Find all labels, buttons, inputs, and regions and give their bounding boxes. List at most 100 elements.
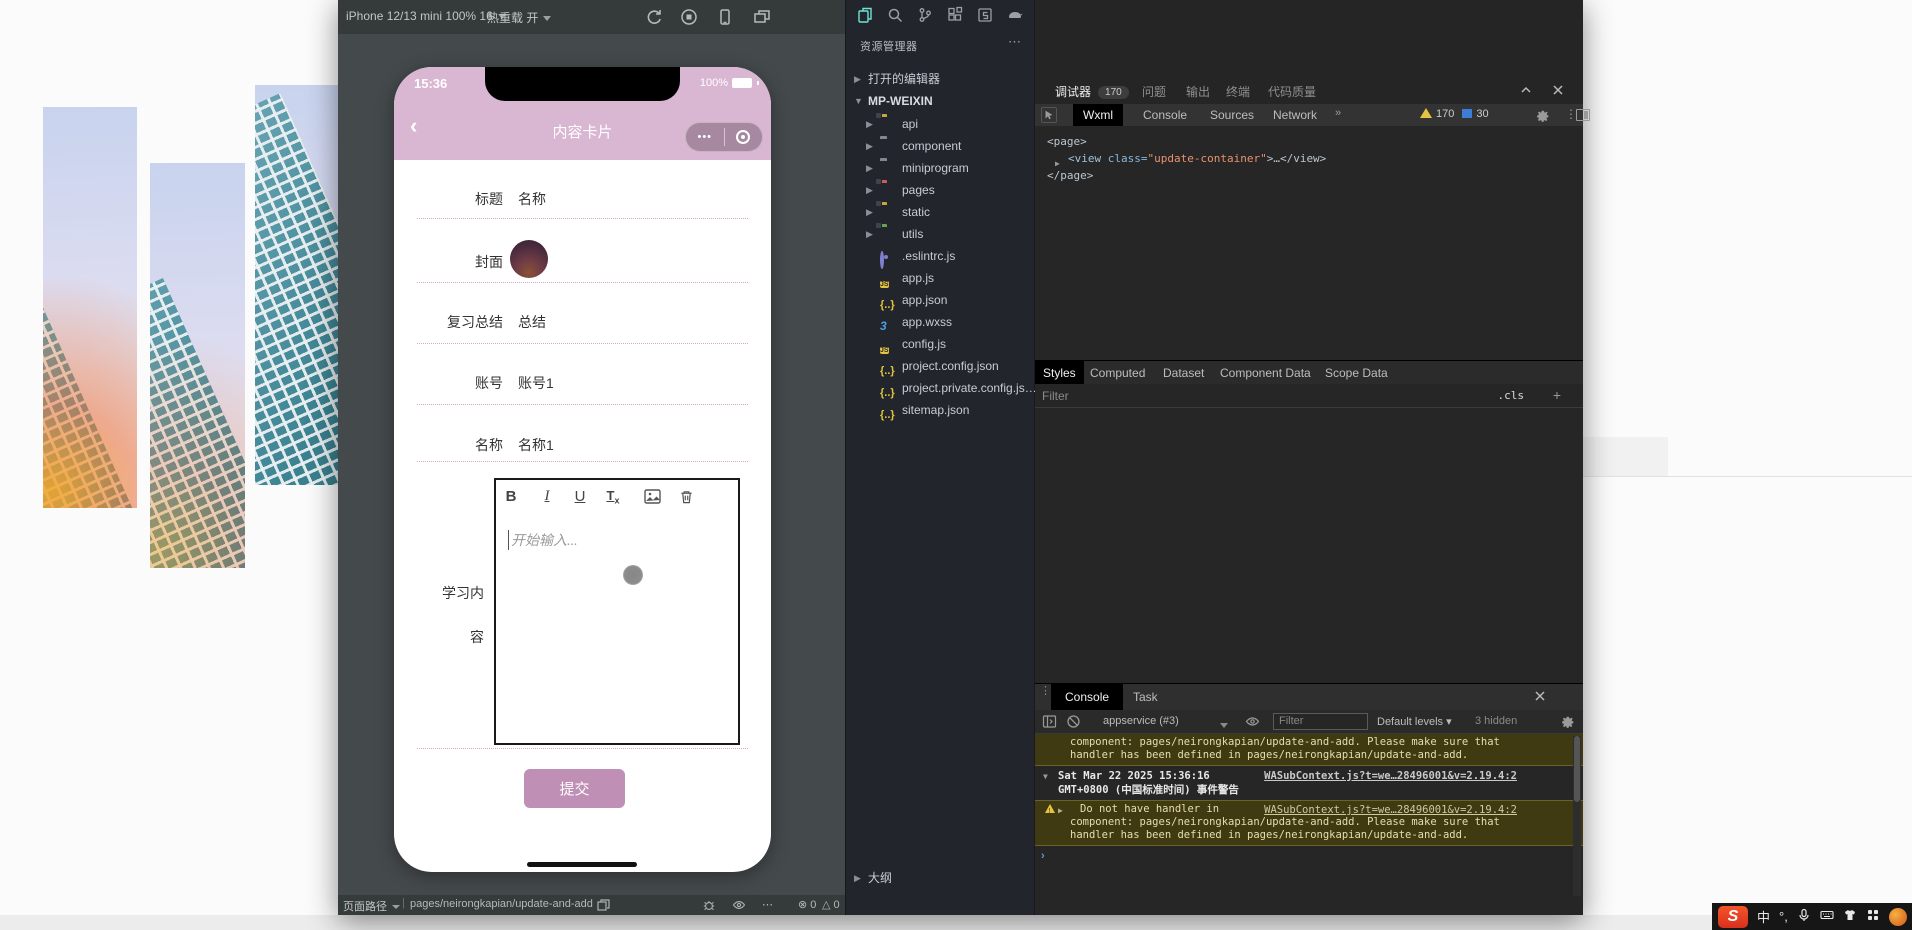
submit-button[interactable]: 提交 <box>524 769 625 808</box>
console-warning-message[interactable]: component: pages/neirongkapian/update-an… <box>1035 734 1583 766</box>
sogou-logo[interactable]: S <box>1718 905 1748 928</box>
log-levels-dropdown[interactable]: Default levels ▾ <box>1377 715 1452 728</box>
refresh-button[interactable] <box>644 7 664 27</box>
device-frame-button[interactable] <box>715 7 735 27</box>
microphone-icon[interactable] <box>1797 908 1811 925</box>
tree-item-eslintrc[interactable]: .eslintrc.js <box>846 245 1034 269</box>
punctuation-toggle[interactable]: °, <box>1779 909 1788 924</box>
skin-icon[interactable] <box>1843 908 1857 925</box>
console-filter-input[interactable]: Filter <box>1273 713 1368 730</box>
record-button[interactable] <box>679 7 699 27</box>
devtab-console[interactable]: Console <box>1133 104 1197 126</box>
tab-output[interactable]: 输出 <box>1186 83 1210 100</box>
tree-item-api[interactable]: ▶ api <box>846 112 1034 135</box>
tree-item-app-js[interactable]: JS app.js <box>846 267 1034 289</box>
device-selector[interactable]: iPhone 12/13 mini 100% 16 <box>346 9 506 23</box>
underline-button[interactable]: U <box>569 488 591 505</box>
search-icon[interactable] <box>886 6 904 24</box>
devtab-sources[interactable]: Sources <box>1200 104 1264 126</box>
rich-text-editor[interactable]: B I U Tx 开始输入... <box>494 478 740 745</box>
tab-console[interactable]: Console <box>1051 684 1124 710</box>
section-project-root[interactable]: ▼ MP-WEIXIN <box>846 90 1034 112</box>
chinese-mode-indicator[interactable]: 中 <box>1757 907 1770 926</box>
tab-debugger[interactable]: 调试器 170 <box>1055 83 1129 106</box>
console-settings-gear-icon[interactable] <box>1560 714 1575 729</box>
extensions-icon[interactable] <box>946 6 964 24</box>
wxml-node-view[interactable]: <view class="update-container">…</view> <box>1068 150 1326 167</box>
devtab-network[interactable]: Network <box>1263 104 1327 126</box>
clear-console-icon[interactable] <box>1066 714 1081 729</box>
tree-item-app-wxss[interactable]: 3 app.wxss <box>846 311 1034 333</box>
form-input-title[interactable]: 名称 <box>518 189 546 209</box>
wxml-node-page-open[interactable]: <page> <box>1047 133 1087 150</box>
devtab-wxml[interactable]: Wxml <box>1073 104 1123 126</box>
explorer-more-icon[interactable]: ⋯ <box>1008 34 1022 50</box>
tree-item-miniprogram[interactable]: ▶ miniprogram <box>846 157 1034 179</box>
italic-button[interactable]: I <box>536 488 558 505</box>
tree-item-component[interactable]: ▶ component <box>846 135 1034 157</box>
eye-live-expression-icon[interactable] <box>1245 714 1260 729</box>
source-link[interactable]: WASubContext.js?t=we…28496001&v=2.19.4:2 <box>1264 769 1517 783</box>
tab-component-data[interactable]: Component Data <box>1212 361 1319 385</box>
tab-dataset[interactable]: Dataset <box>1155 361 1212 385</box>
styles-filter-input[interactable]: Filter <box>1042 389 1069 403</box>
toolbox-grid-icon[interactable] <box>1866 908 1880 925</box>
warnings-indicator[interactable]: 170 30 <box>1420 108 1489 120</box>
tree-item-sitemap-json[interactable]: {..} sitemap.json <box>846 399 1034 421</box>
more-tabs-chevron[interactable]: » <box>1335 107 1341 119</box>
tree-item-static[interactable]: ▶ static <box>846 200 1034 223</box>
show-sidebar-icon[interactable] <box>1042 714 1057 729</box>
form-input-summary[interactable]: 总结 <box>518 312 546 332</box>
page-path-selector[interactable]: 页面路径 <box>343 898 400 914</box>
expand-arrow-icon[interactable]: ▶ <box>1058 804 1063 817</box>
drag-handle-icon[interactable]: ⋮ <box>1040 686 1051 697</box>
tree-item-utils[interactable]: ▶ utils <box>846 222 1034 245</box>
tree-item-project-private-config[interactable]: {..} project.private.config.js… <box>846 377 1037 399</box>
add-style-rule-button[interactable]: + <box>1553 387 1561 403</box>
console-scrollbar[interactable] <box>1573 736 1581 896</box>
delete-content-button[interactable] <box>678 489 695 504</box>
collapse-panel-icon[interactable] <box>1519 83 1533 97</box>
multi-window-button[interactable] <box>752 7 772 27</box>
files-icon[interactable] <box>856 6 874 24</box>
section-open-editors[interactable]: ▶ 打开的编辑器 <box>846 68 1034 90</box>
tab-problems[interactable]: 问题 <box>1142 83 1166 100</box>
tab-code-quality[interactable]: 代码质量 <box>1268 83 1316 100</box>
form-input-account[interactable]: 账号1 <box>518 373 554 393</box>
collapse-arrow-icon[interactable]: ▼ <box>1043 770 1048 784</box>
close-panel-icon[interactable] <box>1551 83 1565 97</box>
dock-side-icon[interactable] <box>1576 109 1590 121</box>
source-link[interactable]: WASubContext.js?t=we…28496001&v=2.19.4:2 <box>1264 804 1517 817</box>
scrollbar-thumb[interactable] <box>1574 736 1580 802</box>
devtools-settings-gear-icon[interactable] <box>1535 108 1550 123</box>
bold-button[interactable]: B <box>500 488 522 505</box>
minimize-circle-button[interactable] <box>725 130 763 144</box>
outline-section[interactable]: ▶ 大纲 <box>846 868 1034 888</box>
eye-icon[interactable] <box>732 898 746 912</box>
insert-image-button[interactable] <box>644 489 661 504</box>
clear-format-button[interactable]: Tx <box>602 488 624 506</box>
console-warning-message[interactable]: ▶ Do not have handler in component: page… <box>1035 800 1583 846</box>
misc-plugin-icon[interactable] <box>1006 6 1024 24</box>
inspect-element-icon[interactable] <box>1041 107 1057 123</box>
form-input-name[interactable]: 名称1 <box>518 435 554 455</box>
npm-scripts-icon[interactable] <box>976 6 994 24</box>
statusbar-more-icon[interactable]: ⋯ <box>762 898 775 911</box>
tab-styles[interactable]: Styles <box>1035 361 1084 385</box>
hot-reload-toggle[interactable]: 热重载 开 <box>487 9 552 26</box>
cls-toggle[interactable]: .cls <box>1498 389 1525 402</box>
tree-item-config-js[interactable]: JS config.js <box>846 333 1034 355</box>
tab-scope-data[interactable]: Scope Data <box>1317 361 1396 385</box>
tree-item-pages[interactable]: ▶ pages <box>846 178 1034 201</box>
debug-bug-icon[interactable] <box>702 898 716 912</box>
tab-computed[interactable]: Computed <box>1082 361 1153 385</box>
tab-task[interactable]: Task <box>1119 684 1172 710</box>
tab-terminal[interactable]: 终端 <box>1226 83 1250 100</box>
more-menu-button[interactable]: ••• <box>686 131 724 143</box>
tree-item-project-config[interactable]: {..} project.config.json <box>846 355 1034 377</box>
keyboard-icon[interactable] <box>1820 908 1834 925</box>
console-prompt-chevron[interactable]: › <box>1041 850 1045 862</box>
tree-item-app-json[interactable]: {..} app.json <box>846 289 1034 311</box>
wxml-node-page-close[interactable]: </page> <box>1047 167 1093 184</box>
emoji-face-icon[interactable] <box>1888 907 1907 926</box>
